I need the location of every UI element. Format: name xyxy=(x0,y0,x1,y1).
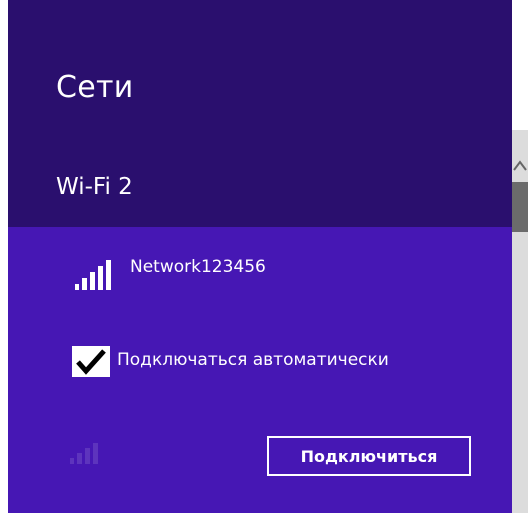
connect-button[interactable]: Подключиться xyxy=(267,436,471,476)
signal-bar-5 xyxy=(106,260,111,290)
chevron-up-icon[interactable] xyxy=(512,150,528,180)
faded-signal-icon xyxy=(70,443,98,464)
signal-bar-4 xyxy=(98,266,103,290)
network-name: Network123456 xyxy=(130,257,266,277)
signal-bar-1 xyxy=(75,284,79,290)
page-title: Сети xyxy=(56,70,134,105)
scrollbar-thumb[interactable] xyxy=(512,182,528,232)
signal-bar-3 xyxy=(90,272,95,290)
auto-connect-checkbox[interactable] xyxy=(72,346,110,377)
auto-connect-label[interactable]: Подключаться автоматически xyxy=(117,350,389,370)
signal-bar-2 xyxy=(82,278,87,290)
network-flyout: Сети Wi-Fi 2 Network123456 Подключаться … xyxy=(0,0,528,513)
wifi-section-title: Wi-Fi 2 xyxy=(56,174,133,200)
wifi-signal-icon xyxy=(75,260,111,290)
